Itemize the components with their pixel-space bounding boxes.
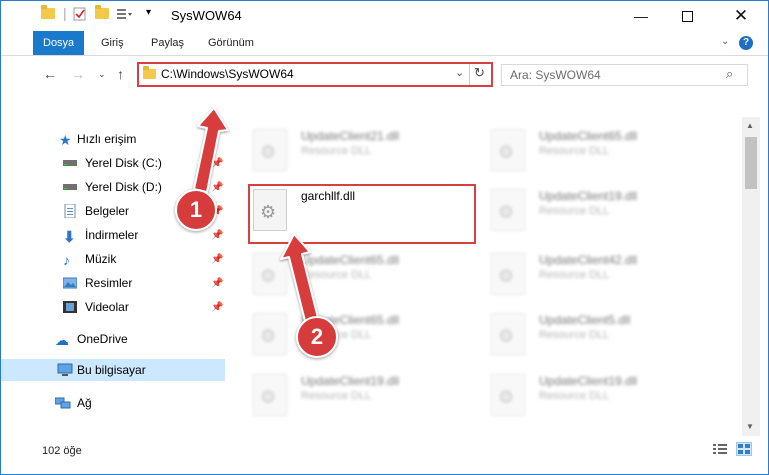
annotation-arrows <box>193 107 319 322</box>
arrow-2 <box>280 233 319 322</box>
arrow-1 <box>193 107 229 193</box>
step-badge-1: 1 <box>175 189 217 231</box>
step-badge-2: 2 <box>296 316 338 358</box>
